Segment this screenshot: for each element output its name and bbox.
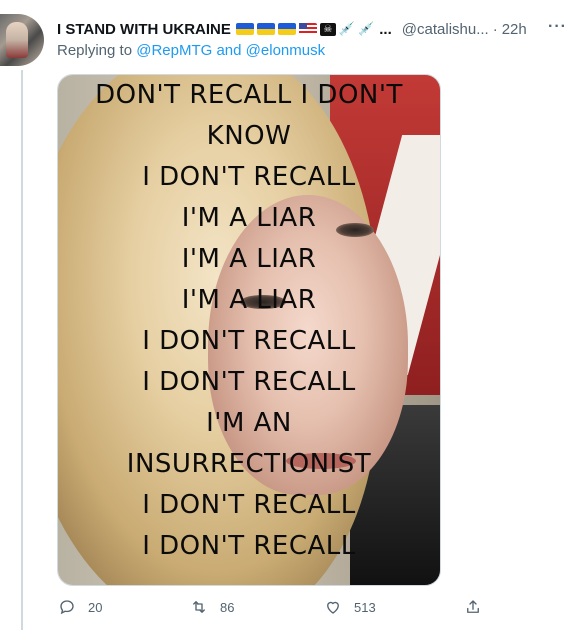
caption-line: I DON'T RECALL <box>142 326 356 356</box>
caption-line: I DON'T RECALL <box>142 531 356 561</box>
user-handle[interactable]: @catalishu... <box>402 21 489 38</box>
caption-line: I DON'T RECALL <box>142 490 356 520</box>
caption-line: I'M A LIAR <box>181 285 317 315</box>
share-button[interactable] <box>464 598 482 616</box>
tweet-actions: 20 86 513 <box>58 598 488 618</box>
caption-line: I DON'T RECALL <box>142 162 356 192</box>
caption-line: DON'T RECALL I DON'T <box>95 80 403 110</box>
caption-line: INSURRECTIONIST <box>126 449 372 479</box>
tweet-header: I STAND WITH UKRAINE ☠ 💉 💉 ... @catalish… <box>57 18 567 40</box>
reply-prefix: Replying to <box>57 42 133 59</box>
name-badges: ☠ 💉 💉 ... <box>235 20 392 38</box>
reply-count: 20 <box>88 599 103 615</box>
flag-ua-icon <box>277 23 296 35</box>
retweet-count: 86 <box>220 599 235 615</box>
share-icon <box>467 600 479 613</box>
mention-link[interactable]: @RepMTG <box>136 42 212 59</box>
pirate-flag-icon: ☠ <box>319 22 336 36</box>
tweet-media-image[interactable]: DON'T RECALL I DON'T KNOW I DON'T RECALL… <box>57 74 441 586</box>
reply-icon <box>60 600 74 615</box>
reply-and: and <box>216 42 242 59</box>
caption-line: I'M AN <box>206 408 292 438</box>
retweet-button[interactable]: 86 <box>190 598 234 616</box>
caption-line: I'M A LIAR <box>181 244 317 274</box>
caption-line: KNOW <box>206 121 292 151</box>
caption-line: I'M A LIAR <box>181 203 317 233</box>
thread-line <box>21 70 23 630</box>
like-button[interactable]: 513 <box>324 598 376 616</box>
display-name[interactable]: I STAND WITH UKRAINE <box>57 21 231 38</box>
syringe-icon: 💉 <box>338 21 356 36</box>
more-options-button[interactable]: ··· <box>548 18 567 36</box>
avatar-figure <box>6 22 28 58</box>
reply-button[interactable]: 20 <box>58 598 102 616</box>
user-avatar[interactable] <box>0 14 44 66</box>
replying-to: Replying to @RepMTG and @elonmusk <box>57 42 325 59</box>
retweet-icon <box>193 601 205 613</box>
heart-icon <box>327 601 339 614</box>
name-overflow: ... <box>379 20 392 38</box>
flag-ua-icon <box>235 23 254 35</box>
mention-link[interactable]: @elonmusk <box>246 42 325 59</box>
flag-ua-icon <box>256 23 275 35</box>
separator-dot: · <box>492 20 498 38</box>
like-count: 513 <box>354 599 376 615</box>
syringe-icon: 💉 <box>358 21 375 36</box>
flag-us-icon <box>298 23 317 35</box>
tweet-timestamp[interactable]: 22h <box>502 21 527 38</box>
media-caption: DON'T RECALL I DON'T KNOW I DON'T RECALL… <box>58 75 440 567</box>
caption-line: I DON'T RECALL <box>142 367 356 397</box>
